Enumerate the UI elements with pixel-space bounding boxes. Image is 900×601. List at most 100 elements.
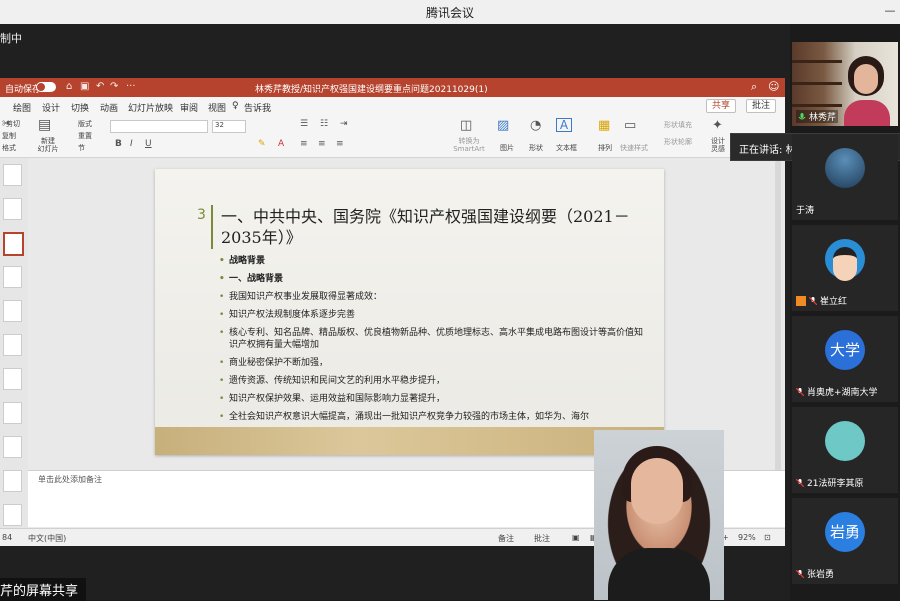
share-user-icon[interactable]: ☺ [768,80,779,93]
copy-button[interactable]: 复制 [2,131,16,141]
vertical-scrollbar[interactable] [775,160,781,520]
menu-animations[interactable]: 动画 [100,101,118,114]
font-name-input[interactable] [110,120,208,133]
align-center-icon[interactable]: ≡ [318,139,326,149]
shape-button[interactable]: 形状 [529,143,543,153]
picture-button[interactable]: 图片 [500,143,514,153]
share-button[interactable]: 共享 [706,99,737,113]
quick-style-button[interactable]: 快速样式 [620,143,648,153]
convert-smartart-button[interactable]: 转换为 SmartArt [452,137,486,153]
participant-tile[interactable]: 21法研李其原 [792,407,898,493]
cut-button[interactable]: 剪切 [6,119,20,129]
slide-thumbnail[interactable] [3,504,22,526]
slide-gold-band [155,427,664,455]
layout-button[interactable]: 版式 [78,119,92,129]
participant-tile-camera[interactable]: 林秀芹 [792,42,898,126]
search-icon[interactable]: ⌕ [751,80,757,94]
mic-muted-icon [809,297,817,305]
bullets-icon[interactable]: ☰ [300,119,308,129]
save-icon[interactable]: ▣ [80,81,89,92]
participant-tile[interactable]: 岩勇 张岩勇 [792,498,898,584]
slide-thumbnail[interactable] [3,266,22,288]
fit-slide-icon[interactable]: ⊡ [764,533,771,542]
comment-button[interactable]: 批注 [746,99,777,113]
menu-transitions[interactable]: 切换 [71,101,89,114]
participant-name: 崔立红 [796,294,847,307]
shape-fill-button[interactable]: 形状填充 [664,120,692,130]
slide-thumbnail[interactable] [3,164,22,186]
menu-slideshow[interactable]: 幻灯片放映 [128,101,173,114]
participant-shirt [844,100,890,126]
comments-toggle[interactable]: 批注 [534,533,550,544]
minimize-icon[interactable]: — [884,5,896,17]
arrange-icon[interactable]: ▦ [598,118,610,133]
arrange-button[interactable]: 排列 [598,143,612,153]
share-status-label: 制中 [0,32,22,45]
align-left-icon[interactable]: ≡ [300,139,308,149]
design-ideas-icon[interactable]: ✦ [712,118,723,133]
notes-toggle[interactable]: 备注 [498,533,514,544]
smartart-icon[interactable]: ◫ [460,118,472,133]
underline-icon[interactable]: U [145,139,152,149]
indent-icon[interactable]: ⇥ [340,119,348,129]
shape-outline-button[interactable]: 形状轮廓 [664,137,692,147]
slide-thumbnail-panel [0,158,28,528]
participant-tile[interactable]: 崔立红 [792,225,898,311]
slide-thumbnail[interactable] [3,470,22,492]
redo-icon[interactable]: ↷ [110,81,118,92]
participant-tile[interactable]: 大学 肖奥虎+湖南大学 [792,316,898,402]
language-indicator[interactable]: 中文(中国) [28,533,66,544]
participant-name: 林秀芹 [796,110,839,123]
reset-button[interactable]: 重置 [78,131,92,141]
slide-bullet: 知识产权保护效果、运用效益和国际影响力显著提升， [219,393,649,405]
slide-bullet: 全社会知识产权意识大幅提高，涌现出一批知识产权竞争力较强的市场主体，如华为、海尔 [219,411,649,423]
font-color-icon[interactable]: A [278,139,284,149]
shape-icon[interactable]: ◔ [530,118,541,133]
align-right-icon[interactable]: ≡ [336,139,344,149]
more-icon[interactable]: ··· [126,81,136,92]
slide-thumbnail[interactable] [3,198,22,220]
undo-icon[interactable]: ↶ [96,81,104,92]
slide-thumbnail-selected[interactable] [3,232,24,256]
section-button[interactable]: 节 [78,143,85,153]
current-slide[interactable]: 3 一、中共中央、国务院《知识产权强国建设纲要（2021－2035年）》 战略背… [155,169,664,455]
quick-style-icon[interactable]: ▭ [624,118,636,133]
menu-design[interactable]: 设计 [42,101,60,114]
slide-bullet: 战略背景 [219,255,649,267]
menu-view[interactable]: 视图 [208,101,226,114]
menu-draw[interactable]: 绘图 [13,101,31,114]
slide-bullet: 核心专利、知名品牌、精品版权、优良植物新品种、优质地理标志、高水平集成电路布图设… [219,327,649,351]
normal-view-icon[interactable]: ▣ [572,533,580,542]
italic-icon[interactable]: I [130,139,133,149]
textbox-button[interactable]: 文本框 [556,143,577,153]
participant-avatar-text: 大学 [829,341,860,359]
autosave-toggle[interactable] [36,82,56,92]
menu-review[interactable]: 审阅 [180,101,198,114]
presenter-body [608,548,710,600]
menu-tell-me[interactable]: 告诉我 [244,101,271,114]
bold-icon[interactable]: B [115,139,122,149]
slide-thumbnail[interactable] [3,436,22,458]
new-slide-button[interactable]: 新建 幻灯片 [36,137,60,153]
design-ideas-button[interactable]: 设计 灵感 [711,137,731,153]
slide-thumbnail[interactable] [3,300,22,322]
slide-bullet: 商业秘密保护不断加强， [219,357,649,369]
participant-avatar-text: 岩勇 [829,523,860,541]
participant-avatar [825,421,865,461]
format-painter-button[interactable]: 格式 [2,143,16,153]
slide-bullet: 一、战略背景 [219,273,649,285]
highlight-icon[interactable]: ✎ [258,139,266,149]
home-icon[interactable]: ⌂ [66,81,72,92]
slide-thumbnail[interactable] [3,402,22,424]
mic-muted-icon [796,479,804,487]
picture-icon[interactable]: ▨ [497,118,509,133]
zoom-level[interactable]: 92% [738,533,756,542]
textbox-icon[interactable]: A [556,118,572,132]
numbering-icon[interactable]: ☷ [320,119,328,129]
slide-thumbnail[interactable] [3,334,22,356]
slide-thumbnail[interactable] [3,368,22,390]
font-size-input[interactable]: 32 [212,120,246,133]
participant-tile[interactable]: 于涛 [792,134,898,220]
bookshelf [792,82,842,85]
new-slide-icon[interactable]: ▤ [38,117,51,133]
